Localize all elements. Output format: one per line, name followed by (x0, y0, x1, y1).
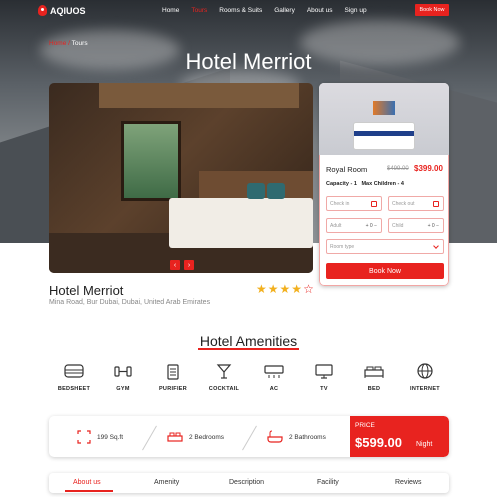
max-children-text: Max Children - 4 (361, 181, 404, 187)
internet-icon (417, 363, 433, 379)
old-price: $499.00 (387, 166, 409, 172)
gym-icon (114, 366, 132, 377)
nav-item-tours[interactable]: Tours (191, 7, 207, 14)
check-in-placeholder: Check in (330, 200, 350, 207)
breadcrumb-separator: / (68, 40, 70, 47)
star-filled-icon: ★ (256, 282, 267, 296)
nav-item-rooms[interactable]: Rooms & Suits (219, 7, 262, 14)
next-slide-button[interactable]: › (184, 260, 194, 270)
top-nav: AQIUOS Home Tours Rooms & Suits Gallery … (0, 0, 497, 22)
bathtub-icon (267, 430, 283, 443)
check-out-placeholder: Check out (392, 200, 415, 207)
page-title: Hotel Merriot (185, 49, 312, 74)
star-filled-icon: ★ (267, 282, 279, 296)
amenity-tv: TV (299, 362, 349, 392)
star-filled-icon: ★ (279, 282, 291, 296)
price-unit: Night (416, 441, 433, 448)
bedsheet-icon (64, 364, 84, 378)
bedrooms-info: 2 Bedrooms (167, 430, 224, 444)
hotel-address: Mina Road, Bur Dubai, Dubai, United Arab… (49, 299, 211, 306)
breadcrumb-current: Tours (71, 40, 88, 47)
room-type-select[interactable]: Room type (326, 239, 444, 254)
adult-value: + 0 − (365, 223, 377, 229)
calendar-icon (371, 201, 377, 207)
breadcrumb-home[interactable]: Home (49, 40, 66, 47)
amenity-ac: AC (249, 362, 299, 392)
child-stepper[interactable]: Child + 0 − (388, 218, 444, 233)
amenities-title-underline (198, 348, 299, 350)
nav-item-about[interactable]: About us (307, 7, 333, 14)
room-info-bar: 199 Sq.ft 2 Bedrooms 2 Bathrooms PRICE $… (49, 416, 449, 457)
ac-icon (264, 365, 284, 378)
tv-icon (315, 364, 333, 379)
amenities-title: Hotel Amenities (199, 333, 298, 349)
rating-stars: ★ ★ ★ ★ ☆ (256, 283, 314, 295)
bed-icon (364, 366, 384, 378)
amenity-gym: GYM (98, 362, 148, 392)
price-value: $599.00 (355, 435, 402, 450)
main-menu: Home Tours Rooms & Suits Gallery About u… (162, 7, 379, 14)
adult-stepper[interactable]: Adult + 0 − (326, 218, 382, 233)
book-now-button[interactable]: Book Now (326, 263, 444, 279)
area-icon (77, 430, 91, 444)
capacity-text: Capacity - 1 (326, 181, 357, 187)
amenity-internet: INTERNET (400, 362, 450, 392)
room-photo (319, 83, 449, 155)
star-filled-icon: ★ (291, 282, 303, 296)
check-out-field[interactable]: Check out (388, 196, 444, 211)
chevron-down-icon (433, 243, 439, 249)
tab-about-us[interactable]: About us (73, 479, 101, 486)
amenity-bedsheet: BEDSHEET (49, 362, 99, 392)
amenity-purifier: PURIFIER (148, 362, 198, 392)
nav-item-signup[interactable]: Sign up (345, 7, 367, 14)
child-value: + 0 − (427, 223, 439, 229)
tab-description[interactable]: Description (229, 479, 264, 486)
area-info: 199 Sq.ft (77, 430, 123, 444)
amenity-bed: BED (349, 362, 399, 392)
hotel-name: Hotel Merriot (49, 283, 124, 298)
logo-text: AQIUOS (50, 5, 86, 16)
cocktail-icon (216, 364, 232, 379)
room-name: Royal Room (326, 165, 368, 174)
capacity-info: Capacity - 1 Max Children - 4 (326, 181, 404, 187)
booking-card: Royal Room $499.00 $399.00 Capacity - 1 … (319, 83, 449, 286)
tab-facility[interactable]: Facility (317, 479, 339, 486)
book-now-nav-button[interactable]: Book Now (415, 4, 449, 16)
check-in-field[interactable]: Check in (326, 196, 382, 211)
child-label: Child (392, 222, 404, 229)
tab-amenity[interactable]: Amenity (154, 479, 179, 486)
nav-item-gallery[interactable]: Gallery (274, 7, 295, 14)
logo[interactable]: AQIUOS (38, 5, 86, 16)
tab-reviews[interactable]: Reviews (395, 479, 421, 486)
star-empty-icon: ☆ (303, 282, 314, 296)
amenity-cocktail: COCKTAIL (199, 362, 249, 392)
bed-icon (167, 432, 183, 442)
calendar-icon (433, 201, 439, 207)
prev-slide-button[interactable]: ‹ (170, 260, 180, 270)
active-tab-underline (65, 490, 113, 492)
price-label: PRICE (355, 422, 375, 429)
room-type-placeholder: Room type (330, 243, 355, 250)
location-pin-icon (38, 5, 47, 16)
purifier-icon (167, 364, 179, 380)
breadcrumb: Home / Tours (49, 40, 88, 47)
nav-item-home[interactable]: Home (162, 7, 179, 14)
price-box: PRICE $599.00 Night (350, 416, 449, 457)
hotel-main-photo (49, 83, 313, 273)
new-price: $399.00 (414, 164, 443, 173)
adult-label: Adult (330, 222, 342, 229)
bathrooms-info: 2 Bathrooms (267, 430, 326, 444)
details-tabs: About us Amenity Description Facility Re… (49, 473, 449, 493)
